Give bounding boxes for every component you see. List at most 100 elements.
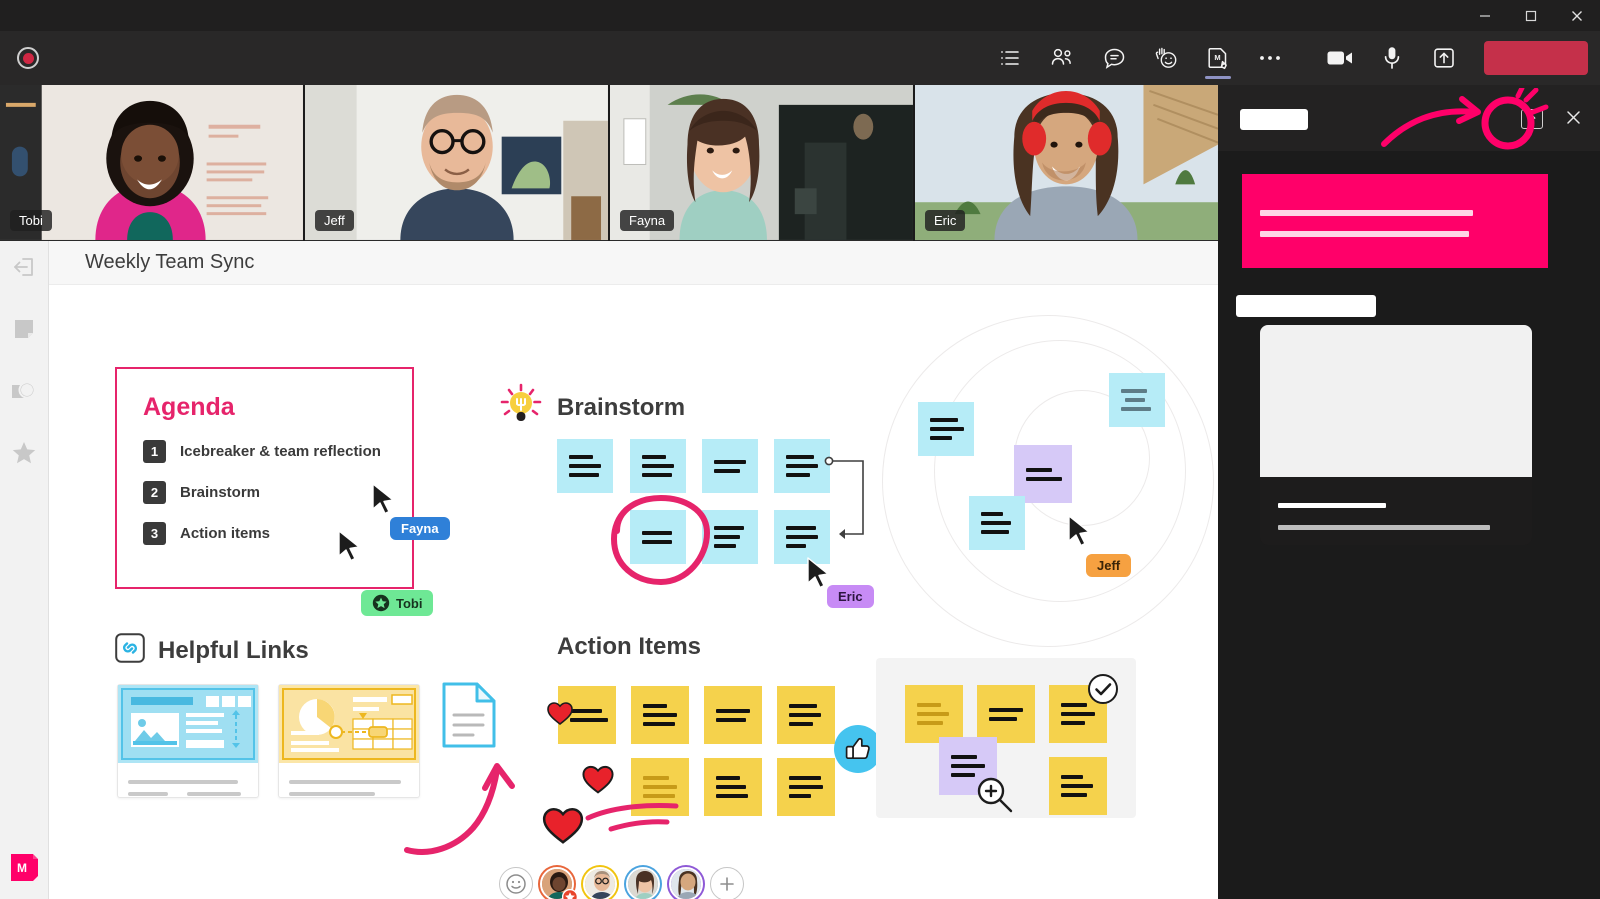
video-tile[interactable]: Tobi — [0, 85, 303, 241]
window-maximize-button[interactable] — [1508, 0, 1554, 31]
sticky-note[interactable] — [1014, 445, 1072, 503]
sticky-note[interactable] — [702, 439, 758, 493]
redacted-banner-line — [1260, 210, 1473, 216]
collaborator-avatar[interactable] — [667, 865, 705, 899]
sticky-note[interactable] — [774, 439, 830, 493]
board-header: Weekly Team Sync — [49, 241, 1218, 285]
document-icon[interactable] — [441, 680, 497, 750]
camera-icon[interactable] — [1314, 31, 1366, 85]
cursor-name: Tobi — [396, 595, 423, 611]
video-tile-name: Jeff — [315, 210, 354, 231]
sticky-note[interactable] — [1049, 685, 1107, 743]
helpful-links-title: Helpful Links — [158, 636, 309, 664]
video-tile[interactable]: Eric — [915, 85, 1218, 241]
reactions-icon[interactable] — [1140, 31, 1192, 85]
close-icon[interactable] — [1565, 109, 1582, 132]
video-tile[interactable]: Fayna — [610, 85, 913, 241]
sticky-note[interactable] — [918, 402, 974, 456]
sticky-note[interactable] — [939, 737, 997, 795]
heart-reaction-icon — [582, 765, 614, 794]
agenda-list-icon[interactable] — [984, 31, 1036, 85]
promo-banner[interactable] — [1242, 174, 1548, 268]
sticky-note[interactable] — [977, 685, 1035, 743]
collapse-panel-icon[interactable] — [10, 253, 38, 281]
more-options-icon[interactable] — [1244, 31, 1296, 85]
sticky-note[interactable] — [702, 510, 758, 564]
agenda-title: Agenda — [143, 393, 235, 421]
brainstorm-section-header: Brainstorm — [498, 382, 685, 433]
cursor-name: Jeff — [1097, 558, 1121, 573]
window-close-button[interactable] — [1554, 0, 1600, 31]
miro-board-icon[interactable]: M — [1192, 31, 1244, 85]
link-icon — [115, 633, 145, 668]
sticky-note[interactable] — [905, 685, 963, 743]
cursor-name: Fayna — [401, 521, 439, 536]
sticky-note[interactable] — [774, 510, 830, 564]
collaborator-avatar[interactable] — [581, 865, 619, 899]
collaborator-avatar[interactable] — [624, 865, 662, 899]
right-side-panel[interactable] — [1218, 85, 1600, 899]
sticky-note[interactable] — [1049, 757, 1107, 815]
helpful-links-section-header: Helpful Links — [115, 633, 309, 668]
link-preview-card[interactable] — [117, 684, 259, 798]
sticky-note[interactable] — [704, 686, 762, 744]
miro-board[interactable]: Weekly Team Sync Agenda 1 Icebreaker & t… — [49, 241, 1218, 899]
remote-cursor-label: Fayna — [390, 517, 450, 540]
connector-arrow — [824, 456, 864, 539]
agenda-item[interactable]: 1 Icebreaker & team reflection — [143, 440, 412, 463]
share-screen-icon[interactable] — [1418, 31, 1470, 85]
miro-logo: M — [11, 854, 38, 881]
remote-cursor-label: Tobi — [361, 590, 434, 616]
redacted-section-label — [1236, 295, 1376, 317]
agenda-item-label: Action items — [180, 525, 271, 542]
sticky-note[interactable] — [777, 758, 835, 816]
heart-reaction-icon — [542, 808, 584, 844]
video-tile[interactable]: Jeff — [305, 85, 608, 241]
sticky-note[interactable] — [558, 686, 616, 744]
microphone-icon[interactable] — [1366, 31, 1418, 85]
sticky-note[interactable] — [1109, 373, 1165, 427]
thumbs-up-reaction — [834, 725, 882, 773]
panel-content-card[interactable] — [1260, 325, 1532, 545]
sticky-note[interactable] — [704, 758, 762, 816]
window-title-bar — [0, 0, 1600, 31]
emoji-reaction-button[interactable] — [499, 867, 533, 899]
video-tile-name: Eric — [925, 210, 966, 231]
agenda-item-number: 1 — [143, 440, 166, 463]
collaborator-avatar-bar — [499, 865, 744, 899]
sticky-note[interactable] — [969, 496, 1025, 550]
leave-meeting-button[interactable] — [1484, 41, 1588, 75]
star-icon[interactable] — [10, 439, 38, 467]
collaborator-avatar[interactable] — [538, 865, 578, 899]
agenda-item-label: Icebreaker & team reflection — [180, 443, 381, 460]
board-canvas[interactable]: Agenda 1 Icebreaker & team reflection 2 … — [49, 285, 1218, 899]
board-title: Weekly Team Sync — [85, 251, 255, 273]
sticky-note[interactable] — [631, 758, 689, 816]
add-collaborator-button[interactable] — [710, 867, 744, 899]
sticky-note[interactable] — [630, 510, 686, 564]
agenda-card[interactable]: Agenda 1 Icebreaker & team reflection 2 … — [115, 367, 414, 589]
brainstorm-title: Brainstorm — [557, 393, 686, 421]
sticky-note[interactable] — [557, 439, 613, 493]
video-tile-name: Fayna — [620, 210, 675, 231]
people-icon[interactable] — [1036, 31, 1088, 85]
link-preview-card[interactable] — [278, 684, 420, 798]
meeting-controls: M — [984, 31, 1588, 85]
agenda-item[interactable]: 3 Action items — [143, 522, 412, 545]
recording-indicator-icon — [17, 47, 39, 69]
sticky-note[interactable] — [630, 439, 686, 493]
action-items-title: Action Items — [557, 633, 702, 660]
cursor-name: Eric — [838, 589, 863, 604]
svg-text:M: M — [17, 861, 27, 875]
sticky-note[interactable] — [777, 686, 835, 744]
window-minimize-button[interactable] — [1462, 0, 1508, 31]
pop-out-icon[interactable] — [1521, 109, 1543, 129]
shapes-icon[interactable] — [10, 377, 38, 405]
agenda-item-number: 3 — [143, 522, 166, 545]
sticky-note-icon[interactable] — [10, 315, 38, 343]
lightbulb-icon — [498, 382, 544, 433]
chat-icon[interactable] — [1088, 31, 1140, 85]
sticky-note[interactable] — [631, 686, 689, 744]
star-badge-icon — [372, 594, 390, 612]
agenda-item-label: Brainstorm — [180, 484, 261, 501]
